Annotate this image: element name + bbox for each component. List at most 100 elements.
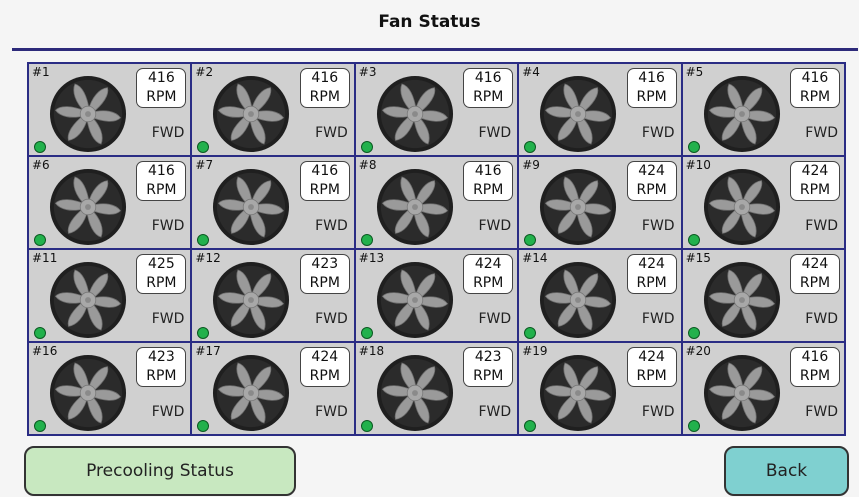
status-led-icon [197, 234, 210, 246]
rpm-display: 424 RPM [626, 161, 677, 201]
direction-label: FWD [478, 404, 512, 420]
rpm-value: 424 [638, 349, 665, 365]
direction-label: FWD [478, 218, 512, 234]
rpm-display: 424 RPM [463, 254, 514, 294]
fan-icon [376, 261, 454, 339]
status-led-icon [524, 420, 537, 432]
direction-label: FWD [641, 404, 675, 420]
rpm-value: 425 [148, 256, 175, 272]
rpm-display: 416 RPM [789, 68, 840, 108]
rpm-value: 424 [474, 256, 502, 272]
rpm-display: 416 RPM [299, 68, 350, 108]
rpm-unit: RPM [799, 368, 831, 384]
fan-cell: #9 424 RPM FWD [519, 157, 681, 248]
direction-label: FWD [315, 125, 348, 141]
fan-icon [539, 168, 617, 246]
rpm-display: 416 RPM [626, 68, 677, 108]
fan-grid: #1 416 RPM FWD #2 416 RPM FWD #3 416 RPM FWD #4 416 RP… [27, 62, 846, 436]
rpm-display: 416 RPM [789, 347, 840, 387]
fan-icon [376, 168, 454, 246]
direction-label: FWD [805, 404, 838, 420]
direction-label: FWD [478, 125, 512, 141]
rpm-value: 416 [638, 70, 665, 86]
direction-label: FWD [151, 125, 185, 141]
direction-label: FWD [315, 404, 348, 420]
fan-cell: #10 424 RPM FWD [682, 157, 844, 248]
rpm-value: 424 [638, 256, 665, 272]
fan-icon [212, 261, 290, 339]
fan-cell: #5 416 RPM FWD [682, 64, 844, 155]
rpm-value: 416 [148, 70, 175, 86]
rpm-display: 424 RPM [626, 254, 677, 294]
status-led-icon [687, 327, 700, 339]
fan-cell: #6 416 RPM FWD [29, 157, 191, 248]
rpm-unit: RPM [473, 89, 504, 105]
direction-label: FWD [805, 125, 838, 141]
direction-label: FWD [641, 311, 675, 327]
rpm-unit: RPM [309, 89, 340, 105]
rpm-unit: RPM [309, 182, 340, 198]
direction-label: FWD [478, 311, 512, 327]
fan-icon [539, 75, 617, 153]
status-led-icon [34, 234, 46, 246]
fan-icon [703, 168, 781, 246]
status-led-icon [687, 420, 700, 432]
fan-cell: #3 416 RPM FWD [355, 64, 518, 155]
fan-number: #6 [32, 158, 50, 172]
rpm-unit: RPM [146, 368, 177, 384]
rpm-value: 424 [638, 163, 665, 179]
fan-icon [376, 354, 454, 432]
rpm-display: 424 RPM [299, 347, 350, 387]
fan-icon [703, 261, 781, 339]
direction-label: FWD [151, 311, 185, 327]
direction-label: FWD [641, 125, 675, 141]
rpm-display: 416 RPM [463, 68, 514, 108]
rpm-value: 424 [311, 349, 339, 365]
precooling-status-label: Precooling Status [86, 461, 234, 481]
fan-number: #4 [522, 65, 540, 79]
rpm-display: 416 RPM [299, 161, 350, 201]
status-led-icon [524, 141, 537, 153]
fan-cell: #18 423 RPM FWD [355, 343, 518, 434]
fan-icon [212, 75, 290, 153]
rpm-unit: RPM [799, 89, 831, 105]
status-led-icon [360, 420, 373, 432]
fan-cell: #13 424 RPM FWD [355, 250, 518, 341]
fan-cell: #19 424 RPM FWD [519, 343, 681, 434]
header: Fan Status [0, 0, 859, 48]
back-button[interactable]: Back [724, 446, 849, 496]
fan-cell: #4 416 RPM FWD [519, 64, 681, 155]
fan-number: #1 [32, 65, 50, 79]
rpm-value: 423 [311, 256, 339, 272]
fan-cell: #17 424 RPM FWD [192, 343, 354, 434]
fan-cell: #12 423 RPM FWD [192, 250, 354, 341]
rpm-unit: RPM [636, 89, 667, 105]
direction-label: FWD [805, 311, 838, 327]
fan-cell: #14 424 RPM FWD [519, 250, 681, 341]
status-led-icon [360, 141, 373, 153]
rpm-value: 423 [474, 349, 502, 365]
fan-icon [212, 168, 290, 246]
status-led-icon [34, 327, 46, 339]
status-led-icon [197, 141, 210, 153]
status-led-icon [360, 234, 373, 246]
status-led-icon [34, 420, 46, 432]
fan-number: #3 [358, 65, 377, 79]
direction-label: FWD [805, 218, 838, 234]
fan-cell: #11 425 RPM FWD [29, 250, 191, 341]
rpm-unit: RPM [799, 275, 831, 291]
fan-number: #5 [685, 65, 704, 79]
rpm-display: 425 RPM [136, 254, 187, 294]
fan-number: #8 [358, 158, 377, 172]
rpm-value: 416 [801, 349, 829, 365]
precooling-status-button[interactable]: Precooling Status [24, 446, 296, 496]
fan-cell: #20 416 RPM FWD [682, 343, 844, 434]
fan-cell: #1 416 RPM FWD [29, 64, 191, 155]
rpm-value: 416 [311, 70, 339, 86]
page-title: Fan Status [378, 12, 481, 32]
rpm-display: 424 RPM [626, 347, 677, 387]
direction-label: FWD [641, 218, 675, 234]
rpm-value: 423 [148, 349, 175, 365]
rpm-display: 424 RPM [789, 254, 840, 294]
fan-icon [539, 354, 617, 432]
